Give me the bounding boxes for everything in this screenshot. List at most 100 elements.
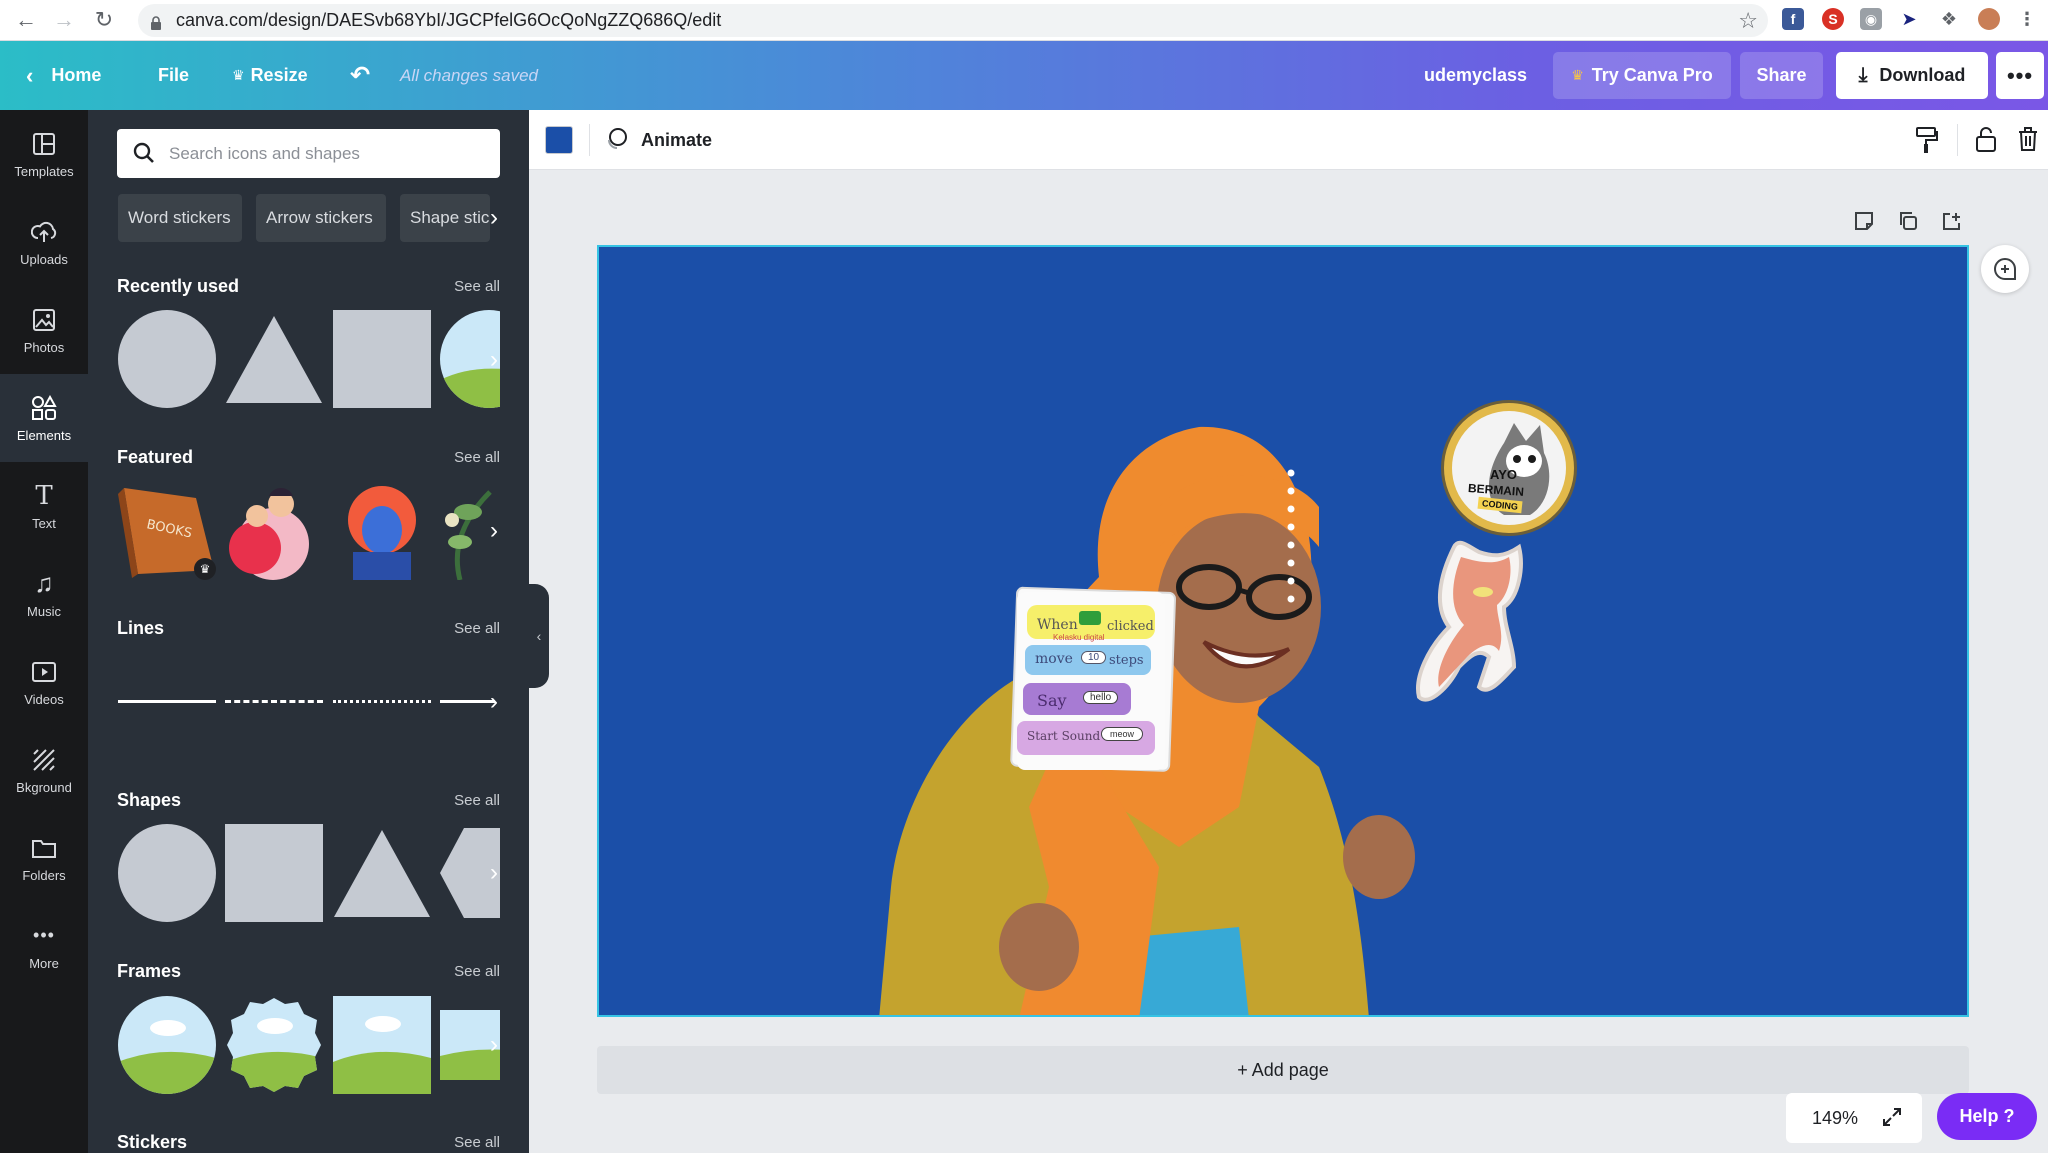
chevron-right-icon[interactable]: › [482, 1015, 506, 1075]
animate-button[interactable]: Animate [605, 110, 712, 170]
dotted-line-thumb[interactable] [333, 700, 431, 703]
bookmark-star-icon[interactable]: ☆ [1738, 8, 1758, 34]
rail-label: Elements [16, 427, 72, 443]
couple-hug-sticker-thumb[interactable] [225, 482, 323, 580]
logo-text-ayo: AYO [1490, 467, 1517, 482]
chevron-right-icon[interactable]: › [482, 188, 506, 248]
zoom-control[interactable]: 149% [1786, 1093, 1922, 1143]
reload-icon[interactable]: ↻ [86, 2, 122, 38]
chip-arrow-stickers[interactable]: Arrow stickers [256, 194, 386, 242]
chip-shape-stickers[interactable]: Shape stickers [400, 194, 490, 242]
chevron-right-icon[interactable]: › [482, 501, 506, 561]
editor-toolbar: Animate [529, 110, 2048, 170]
video-icon [30, 658, 58, 686]
chip-word-stickers[interactable]: Word stickers [118, 194, 242, 242]
resize-button[interactable]: ♛ Resize [232, 41, 308, 110]
puzzle-extensions-icon[interactable]: ❖ [1938, 8, 1960, 30]
stickers-see-all[interactable]: See all [454, 1134, 500, 1151]
more-options-button[interactable]: ••• [1996, 52, 2044, 99]
share-button[interactable]: Share [1740, 52, 1823, 99]
scalloped-frame-thumb[interactable] [225, 996, 323, 1094]
rail-music[interactable]: ♫ Music [0, 550, 88, 638]
comment-button[interactable] [1981, 245, 2029, 293]
triangle-shape-thumb[interactable] [333, 824, 431, 922]
elements-panel: Search icons and shapes Word stickers Ar… [88, 110, 529, 1153]
featured-see-all[interactable]: See all [454, 449, 500, 466]
square-shape-thumb[interactable] [333, 310, 431, 408]
books-sticker-thumb[interactable]: BOOKS ♛ [118, 482, 216, 580]
add-page-icon[interactable] [1942, 211, 1962, 236]
card-block-steps: steps [1109, 653, 1144, 668]
rail-photos[interactable]: Photos [0, 286, 88, 374]
rail-folders[interactable]: Folders [0, 814, 88, 902]
lines-see-all[interactable]: See all [454, 620, 500, 637]
circle-shape-thumb[interactable] [118, 824, 216, 922]
recently-used-see-all[interactable]: See all [454, 278, 500, 295]
circle-shape-thumb[interactable] [118, 310, 216, 408]
red-extension-icon[interactable]: S [1822, 8, 1844, 30]
rail-templates[interactable]: Templates [0, 110, 88, 198]
rail-label: Photos [23, 339, 65, 355]
undo-icon[interactable]: ↶ [350, 41, 370, 110]
rail-more[interactable]: ••• More [0, 902, 88, 990]
woman-photo[interactable] [599, 247, 1969, 1017]
cursor-extension-icon[interactable]: ➤ [1898, 8, 1920, 30]
rail-background[interactable]: Bkground [0, 726, 88, 814]
add-page-button[interactable]: + Add page [597, 1046, 1969, 1094]
fullscreen-expand-icon[interactable] [1882, 1107, 1902, 1132]
home-label: Home [51, 65, 102, 85]
forward-arrow-icon[interactable]: → [46, 2, 82, 38]
card-block-clicked: clicked [1107, 619, 1154, 634]
search-icon [133, 142, 155, 169]
address-bar[interactable]: canva.com/design/DAESvb68YbI/JGCPfelG6Oc… [138, 4, 1768, 37]
design-canvas[interactable]: AYO BERMAIN CODING When clicked Kelasku … [597, 245, 1969, 1017]
chevron-right-icon[interactable]: › [482, 672, 506, 732]
rail-text[interactable]: T Text [0, 462, 88, 550]
profile-avatar[interactable] [1978, 8, 2000, 30]
back-arrow-icon[interactable]: ← [8, 2, 44, 38]
try-canva-pro-button[interactable]: ♛ Try Canva Pro [1553, 52, 1731, 99]
toolbar-divider [1957, 124, 1958, 156]
ayo-bermain-coding-logo[interactable]: AYO BERMAIN CODING [1441, 400, 1577, 536]
color-swatch[interactable] [545, 126, 573, 154]
dashed-line-thumb[interactable] [225, 700, 323, 703]
solid-line-thumb[interactable] [118, 700, 216, 703]
download-button[interactable]: ⤓ Download [1836, 52, 1988, 99]
trash-icon[interactable] [2017, 126, 2039, 157]
rail-label: Music [27, 603, 61, 619]
shapes-see-all[interactable]: See all [454, 792, 500, 809]
paint-roller-icon[interactable] [1915, 126, 1939, 159]
circle-frame-thumb[interactable] [118, 996, 216, 1094]
collapse-panel-tab[interactable]: ‹ [529, 584, 549, 688]
photo-icon [30, 306, 58, 334]
rail-elements[interactable]: Elements [0, 374, 88, 462]
animate-icon [605, 126, 629, 155]
facebook-extension-icon[interactable]: f [1782, 8, 1804, 30]
lock-icon[interactable] [1975, 126, 1997, 157]
shapes-icon [30, 394, 58, 422]
rail-videos[interactable]: Videos [0, 638, 88, 726]
square-frame-thumb[interactable] [333, 996, 431, 1094]
page-notes-icon[interactable] [1854, 211, 1874, 236]
rail-uploads[interactable]: Uploads [0, 198, 88, 286]
save-status: All changes saved [400, 65, 538, 85]
file-menu-button[interactable]: File [158, 41, 189, 110]
rail-label: Folders [22, 867, 66, 883]
comment-add-icon [1994, 257, 2016, 280]
search-input[interactable]: Search icons and shapes [117, 129, 500, 178]
help-button[interactable]: Help ? [1937, 1093, 2037, 1140]
chevron-right-icon[interactable]: › [482, 843, 506, 903]
frames-title: Frames [117, 961, 182, 981]
camera-extension-icon[interactable]: ◉ [1860, 8, 1882, 30]
square-shape-thumb[interactable] [225, 824, 323, 922]
rail-label: Videos [24, 691, 64, 707]
red-hair-woman-sticker-thumb[interactable] [333, 482, 431, 580]
triangle-shape-thumb[interactable] [225, 310, 323, 408]
duplicate-page-icon[interactable] [1898, 211, 1918, 236]
frames-see-all[interactable]: See all [454, 963, 500, 980]
card-block-say: Say [1037, 691, 1067, 710]
home-button[interactable]: ‹ Home [26, 41, 101, 110]
chevron-right-icon[interactable]: › [482, 330, 506, 390]
browser-menu-icon[interactable]: ⋮ [2016, 8, 2038, 30]
design-name[interactable]: udemyclass [1424, 41, 1527, 110]
